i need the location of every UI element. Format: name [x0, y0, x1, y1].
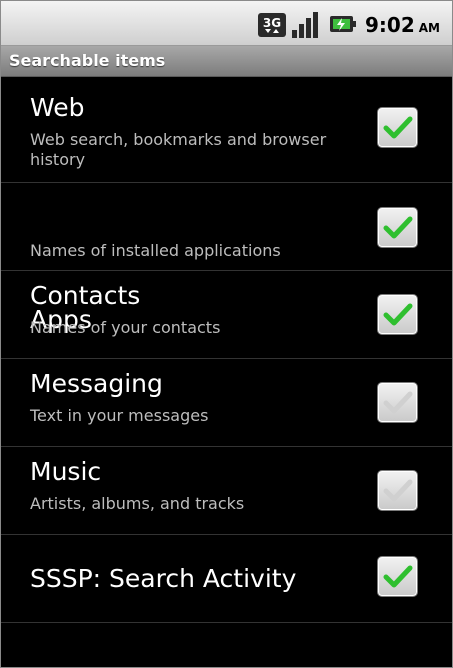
- 3g-badge-text: 3G: [263, 16, 281, 30]
- web-checkbox[interactable]: [377, 107, 418, 148]
- item-title: Messaging: [30, 369, 163, 398]
- status-bar: 3G 9:02 AM: [1, 1, 452, 46]
- checkmark-icon: [383, 391, 413, 414]
- checkmark-icon: [383, 116, 413, 139]
- time-text: 9:02: [365, 13, 415, 37]
- item-title: SSSP: Search Activity: [30, 564, 297, 593]
- list-item-messaging[interactable]: Messaging Text in your messages: [1, 359, 452, 447]
- list-item-sssp-search-activity[interactable]: SSSP: Search Activity: [1, 535, 452, 623]
- item-title: Web: [30, 93, 85, 122]
- item-summary: Text in your messages: [30, 406, 209, 425]
- item-title: Music: [30, 457, 102, 486]
- searchable-items-list: Web Web search, bookmarks and browser hi…: [1, 77, 452, 623]
- battery-charging-icon: [330, 16, 356, 32]
- title-bar: Searchable items: [1, 46, 452, 77]
- item-summary: Names of your contacts: [30, 318, 221, 337]
- item-summary: Names of installed applications: [30, 241, 281, 260]
- page-title: Searchable items: [9, 51, 166, 70]
- status-time: 9:02 AM: [365, 11, 440, 39]
- checkmark-icon: [383, 303, 413, 326]
- item-summary: Artists, albums, and tracks: [30, 494, 245, 513]
- list-item-apps[interactable]: Apps Names of installed applications: [1, 183, 452, 334]
- signal-bars-icon: [292, 12, 318, 38]
- checkmark-icon: [383, 479, 413, 502]
- music-checkbox[interactable]: [377, 470, 418, 511]
- list-item-web[interactable]: Web Web search, bookmarks and browser hi…: [1, 77, 452, 183]
- apps-checkbox[interactable]: [377, 207, 418, 248]
- ampm-text: AM: [418, 21, 440, 35]
- item-title: Contacts: [30, 281, 141, 310]
- 3g-icon: 3G: [258, 13, 286, 37]
- sssp-checkbox[interactable]: [377, 556, 418, 597]
- item-summary: Web search, bookmarks and browser histor…: [30, 130, 327, 169]
- phone-screen: 3G 9:02 AM Searchable items Web Web searc…: [0, 0, 453, 668]
- list-item-contacts[interactable]: Contacts Names of your contacts: [1, 271, 452, 359]
- contacts-checkbox[interactable]: [377, 294, 418, 335]
- checkmark-icon: [383, 565, 413, 588]
- checkmark-icon: [383, 216, 413, 239]
- messaging-checkbox[interactable]: [377, 382, 418, 423]
- list-item-music[interactable]: Music Artists, albums, and tracks: [1, 447, 452, 535]
